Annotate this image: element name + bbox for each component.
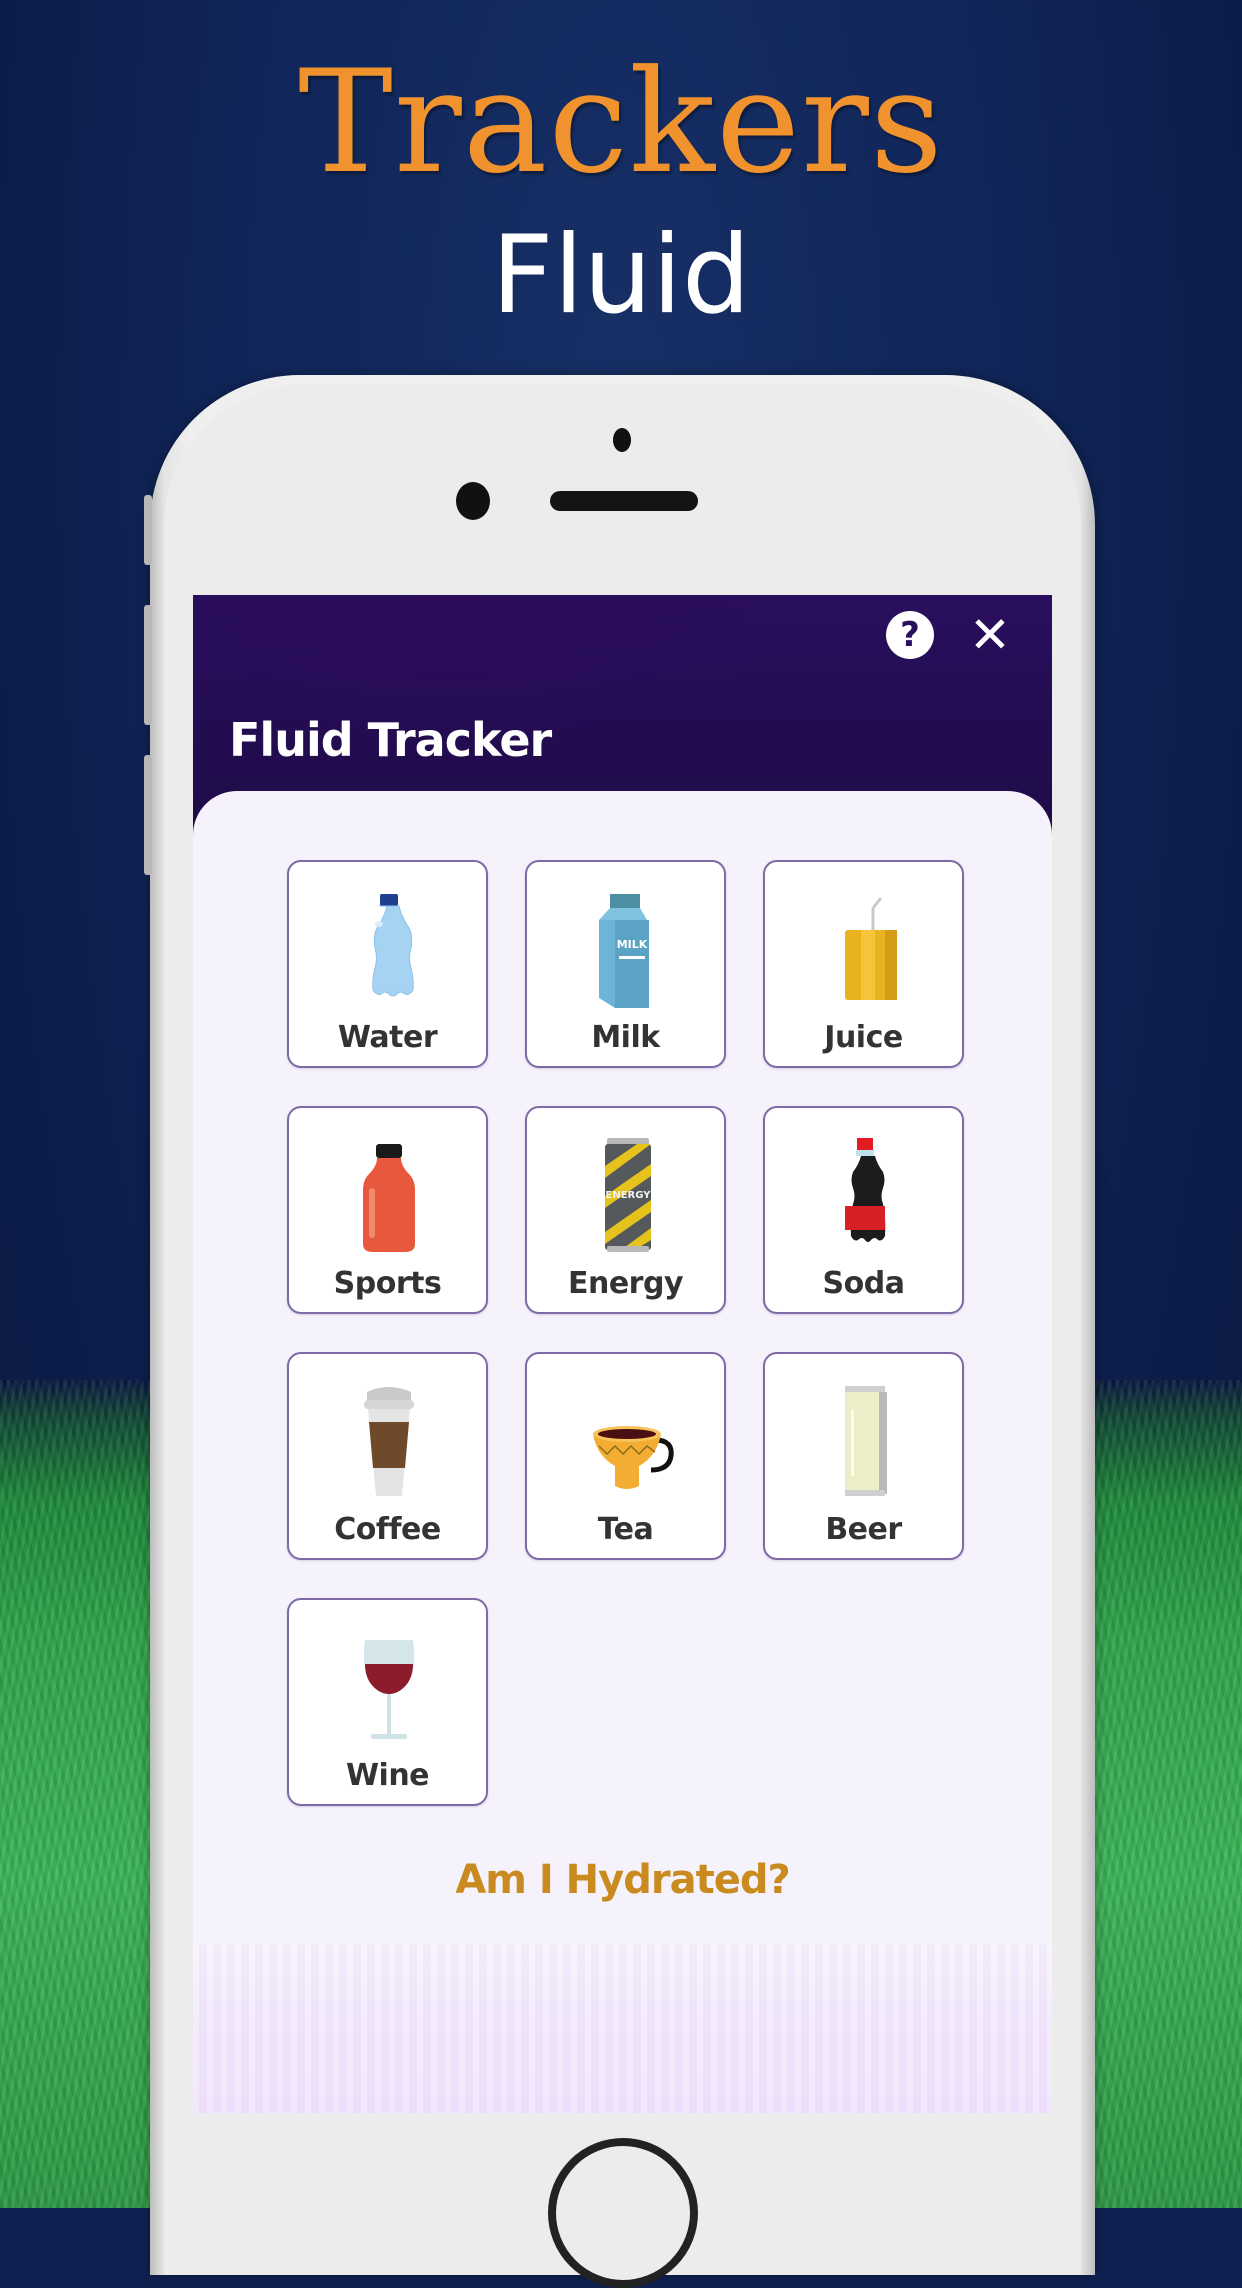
wine-glass-icon bbox=[363, 1640, 415, 1739]
drink-label: Beer bbox=[825, 1512, 902, 1547]
drink-label: Coffee bbox=[334, 1512, 441, 1547]
decorative-fade bbox=[193, 1943, 1052, 2113]
volume-down-button bbox=[144, 755, 152, 875]
drink-label: Tea bbox=[597, 1512, 654, 1547]
milk-carton-icon: MILK bbox=[599, 894, 649, 1008]
volume-up-button bbox=[144, 605, 152, 725]
front-camera bbox=[613, 428, 631, 452]
close-icon: ✕ bbox=[969, 606, 1011, 664]
drink-tile-water[interactable]: Water bbox=[287, 860, 488, 1068]
beer-can-icon bbox=[845, 1386, 887, 1496]
sports-bottle-icon bbox=[363, 1144, 415, 1252]
close-button[interactable]: ✕ bbox=[965, 607, 1015, 663]
earpiece-speaker bbox=[550, 491, 698, 511]
app-screen: ? ✕ Fluid Tracker Water MILK Milk Juice … bbox=[193, 595, 1052, 2113]
drink-label: Sports bbox=[333, 1266, 442, 1301]
drink-label: Soda bbox=[822, 1266, 905, 1301]
drink-tile-beer[interactable]: Beer bbox=[763, 1352, 964, 1560]
drink-tile-juice[interactable]: Juice bbox=[763, 860, 964, 1068]
drink-label: Milk bbox=[591, 1020, 660, 1055]
am-i-hydrated-link[interactable]: Am I Hydrated? bbox=[193, 1857, 1052, 1903]
water-bottle-icon bbox=[372, 894, 414, 997]
promo-subheadline: Fluid bbox=[491, 213, 751, 338]
tea-cup-icon bbox=[593, 1426, 674, 1489]
drink-tile-energy[interactable]: ENERGY Energy bbox=[525, 1106, 726, 1314]
help-icon: ? bbox=[900, 615, 920, 655]
help-button[interactable]: ? bbox=[886, 611, 934, 659]
drink-label: Wine bbox=[345, 1758, 430, 1793]
page-title: Fluid Tracker bbox=[229, 713, 552, 767]
proximity-sensor bbox=[456, 482, 490, 520]
energy-can-icon: ENERGY bbox=[605, 1138, 652, 1252]
juice-box-icon bbox=[845, 897, 897, 1000]
svg-text:MILK: MILK bbox=[617, 938, 648, 951]
drink-label: Juice bbox=[824, 1020, 903, 1055]
drink-tile-tea[interactable]: Tea bbox=[525, 1352, 726, 1560]
mute-switch bbox=[144, 495, 152, 565]
drink-tile-wine[interactable]: Wine bbox=[287, 1598, 488, 1806]
svg-text:ENERGY: ENERGY bbox=[606, 1190, 652, 1201]
promo-headline: Trackers bbox=[298, 40, 944, 205]
drink-tile-milk[interactable]: MILK Milk bbox=[525, 860, 726, 1068]
drink-tile-coffee[interactable]: Coffee bbox=[287, 1352, 488, 1560]
drink-label: Water bbox=[337, 1020, 438, 1055]
soda-bottle-icon bbox=[845, 1138, 886, 1242]
drink-picker-card: Water MILK Milk Juice Sports ENERGY Ener… bbox=[193, 791, 1052, 2113]
home-button[interactable] bbox=[548, 2138, 698, 2288]
drink-tile-soda[interactable]: Soda bbox=[763, 1106, 964, 1314]
coffee-cup-icon bbox=[364, 1387, 414, 1496]
drink-label: Energy bbox=[567, 1266, 684, 1301]
drink-tile-sports[interactable]: Sports bbox=[287, 1106, 488, 1314]
